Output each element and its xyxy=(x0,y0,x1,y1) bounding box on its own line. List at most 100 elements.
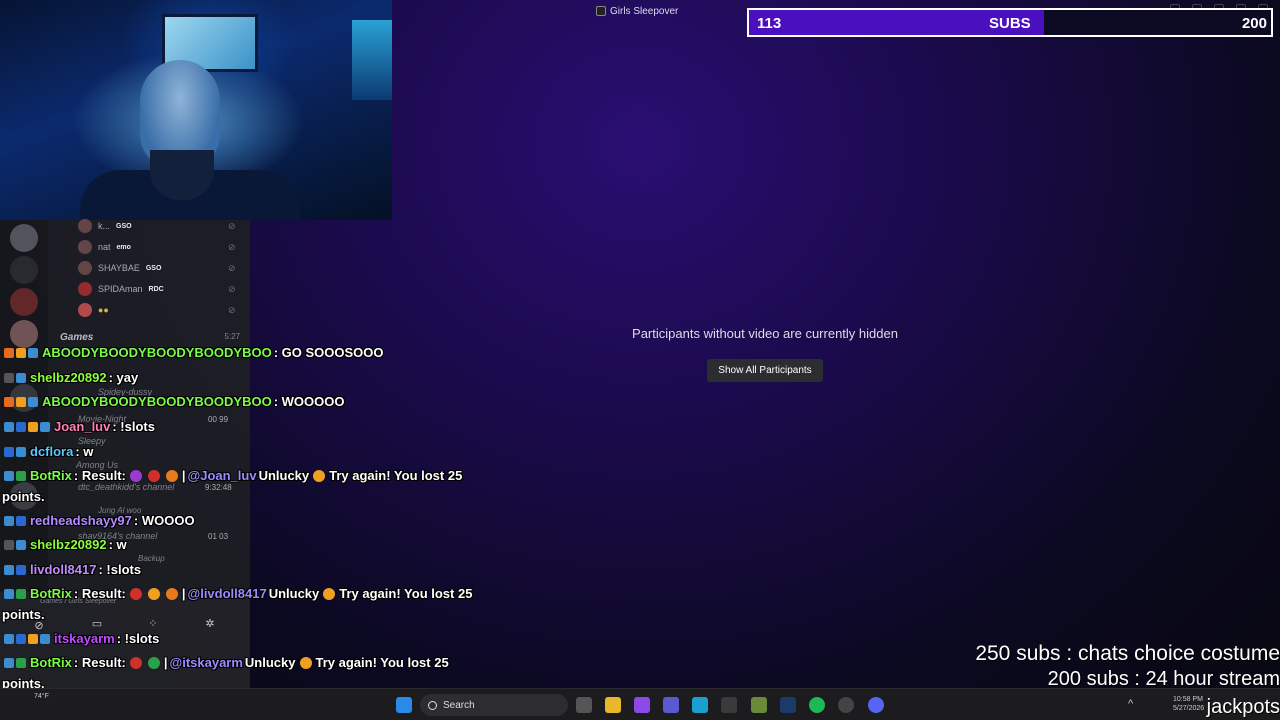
slot-emote xyxy=(129,587,142,600)
channel-count: 00 99 xyxy=(208,415,229,424)
voice-channel[interactable]: dtc_deathkidd's channel xyxy=(78,482,174,492)
search-label: Search xyxy=(443,699,475,711)
chat-text: : w xyxy=(108,537,127,552)
deafen-icon: ⊘ xyxy=(228,262,236,273)
user-badges xyxy=(4,564,26,575)
chat-text: : Result: xyxy=(73,655,126,670)
chat-separator: | xyxy=(181,468,186,483)
chat-text: : GO SOOOSOOO xyxy=(273,345,384,360)
app-icon xyxy=(596,6,606,16)
deafen-icon: ⊘ xyxy=(228,220,236,231)
chat-mention: @Joan_luv xyxy=(187,468,257,483)
sad-emoji xyxy=(313,469,326,482)
chat-username: BotRix xyxy=(30,586,72,601)
user-badges xyxy=(4,421,50,432)
member-name: nat xyxy=(98,242,111,252)
user-badges xyxy=(4,446,26,457)
user-badges xyxy=(4,396,38,407)
file-explorer-icon[interactable] xyxy=(605,697,621,713)
copilot-icon[interactable] xyxy=(634,697,650,713)
chat-text: : Result: xyxy=(73,468,126,483)
voice-member[interactable]: SPIDAman RDC ⊘ xyxy=(78,280,236,298)
server-icon[interactable] xyxy=(10,320,38,348)
chat-text: Unlucky xyxy=(244,655,296,670)
obs-icon[interactable] xyxy=(838,697,854,713)
chat-text: : Result: xyxy=(73,586,126,601)
chat-username: shelbz20892 xyxy=(30,370,107,385)
channel-timer: 9:32:48 xyxy=(205,483,232,492)
chat-message: BotRix : Result: | @itskayarm Unlucky Tr… xyxy=(4,655,449,670)
deafen-icon: ⊘ xyxy=(228,304,236,315)
chat-username: livdoll8417 xyxy=(30,562,97,577)
server-icon[interactable] xyxy=(10,256,38,284)
start-icon[interactable] xyxy=(396,697,412,713)
member-name: SPIDAman xyxy=(98,284,143,294)
chat-text: Unlucky xyxy=(258,468,310,483)
subs-goal-bar: 113 SUBS 200 xyxy=(747,8,1273,37)
activities-icon[interactable]: ⁘ xyxy=(146,618,160,630)
app-icon[interactable] xyxy=(751,697,767,713)
user-badges xyxy=(4,515,26,526)
chat-message: ABOODYBOODYBOODYBOODYBOO : WOOOOO xyxy=(4,394,344,409)
soundboard-icon[interactable]: ✲ xyxy=(203,618,217,630)
chat-text-wrap: points. xyxy=(2,489,45,504)
user-badges xyxy=(4,470,26,481)
chat-text: Try again! You lost 25 xyxy=(339,586,473,601)
edge-icon[interactable] xyxy=(692,697,708,713)
chat-username: Joan_luv xyxy=(54,419,111,434)
server-icon[interactable] xyxy=(10,288,38,316)
spotify-icon[interactable] xyxy=(809,697,825,713)
webcam-monitor xyxy=(352,20,392,100)
store-icon[interactable] xyxy=(721,697,737,713)
tray-overflow-icon[interactable]: ^ xyxy=(1128,698,1133,710)
chat-username: shelbz20892 xyxy=(30,537,107,552)
voice-member[interactable]: nat emo ⊘ xyxy=(78,238,236,256)
slot-emote xyxy=(147,587,160,600)
weather-widget[interactable]: 74°F xyxy=(34,693,49,700)
user-badges xyxy=(4,633,50,644)
avatar xyxy=(78,240,92,254)
search-icon xyxy=(428,700,437,710)
taskbar-search[interactable]: Search xyxy=(420,694,568,716)
subs-goal: 200 xyxy=(1241,15,1267,32)
slot-emote xyxy=(129,656,142,669)
chat-message: livdoll8417 : !slots xyxy=(4,562,141,577)
channel-count: 01 03 xyxy=(208,532,229,541)
voice-member[interactable]: SHAYBAE GSO ⊘ xyxy=(78,259,236,277)
avatar xyxy=(78,303,92,317)
user-badges xyxy=(4,372,26,383)
chat-message: Joan_luv : !slots xyxy=(4,419,155,434)
member-tag: GSO xyxy=(116,222,132,230)
voice-channel[interactable]: Backup xyxy=(138,554,165,563)
deafen-icon: ⊘ xyxy=(228,241,236,252)
avatar xyxy=(78,282,92,296)
member-tag: GSO xyxy=(145,264,162,272)
subs-label: SUBS xyxy=(989,15,1031,32)
user-badges xyxy=(4,657,26,668)
channel-timer: 5:27 xyxy=(224,332,240,341)
clock-date: 5/27/2026 xyxy=(1173,705,1205,712)
voice-member[interactable]: ●● ⊘ xyxy=(78,301,236,319)
sad-emoji xyxy=(299,656,312,669)
slot-emote xyxy=(165,587,178,600)
screen-share-icon[interactable]: ▭ xyxy=(90,618,104,630)
clock[interactable]: 10:58 PM 5/27/2026 xyxy=(1173,695,1204,713)
chat-text: : !slots xyxy=(116,631,160,646)
chat-message: ABOODYBOODYBOODYBOODYBOO : GO SOOOSOOO xyxy=(4,345,383,360)
chat-message: itskayarm : !slots xyxy=(4,631,159,646)
chat-message: redheadshayy97 : WOOOO xyxy=(4,513,195,528)
chat-username: redheadshayy97 xyxy=(30,513,132,528)
chat-message: shelbz20892 : yay xyxy=(4,370,138,385)
chat-message: BotRix : Result: | @Joan_luv Unlucky Try… xyxy=(4,468,462,483)
show-all-participants-button[interactable]: Show All Participants xyxy=(707,359,823,382)
voice-channel-games[interactable]: Games 5:27 xyxy=(60,332,240,343)
goal-line-3: jackpots xyxy=(1206,696,1280,718)
steam-icon[interactable] xyxy=(780,697,796,713)
voice-member[interactable]: k... GSO ⊘ xyxy=(78,217,236,235)
task-view-icon[interactable] xyxy=(576,697,592,713)
slot-emote xyxy=(165,469,178,482)
server-icon[interactable] xyxy=(10,224,38,252)
discord-icon[interactable] xyxy=(868,697,884,713)
teams-icon[interactable] xyxy=(663,697,679,713)
deafen-icon: ⊘ xyxy=(228,283,236,294)
